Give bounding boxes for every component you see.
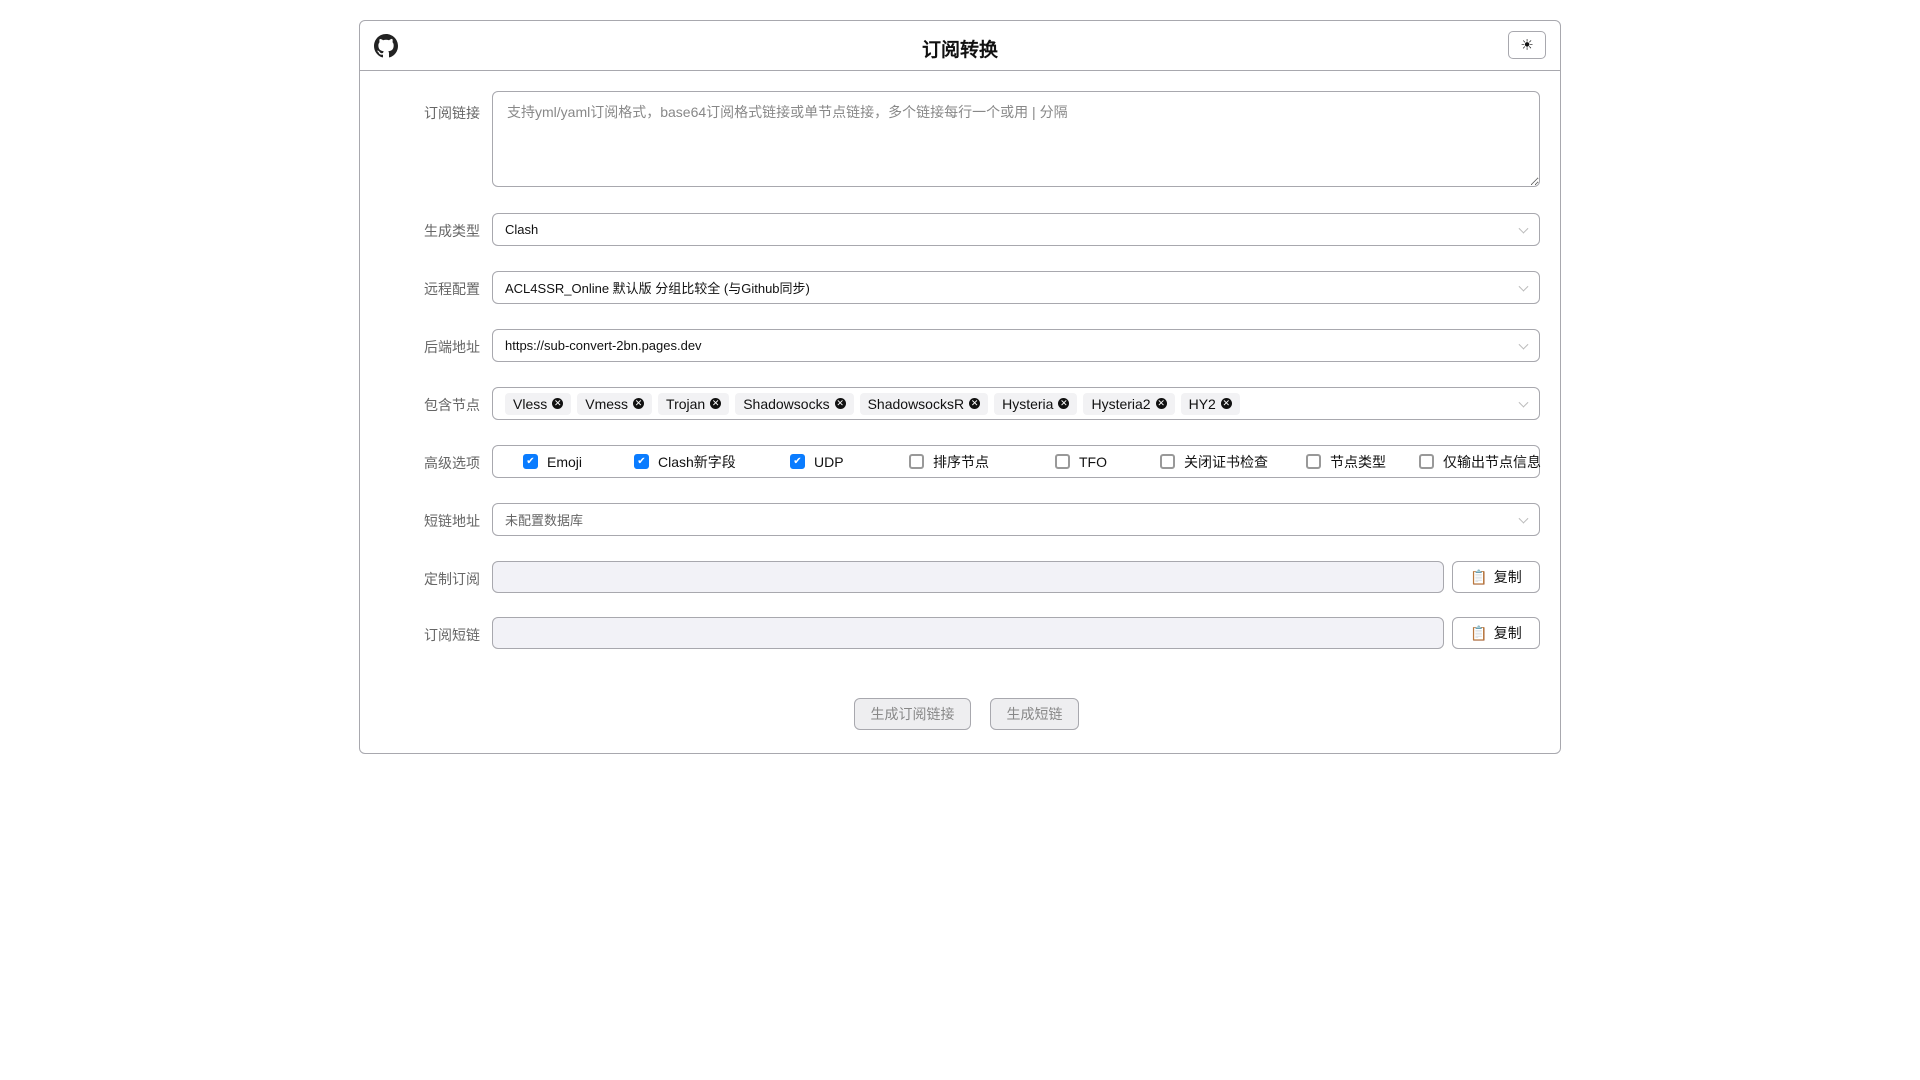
short-url-value: 未配置数据库 bbox=[505, 513, 584, 528]
checkbox-icon bbox=[1419, 454, 1434, 469]
header: 订阅转换 ☀ bbox=[360, 21, 1560, 71]
node-tag: Trojan ✕ bbox=[658, 392, 730, 415]
subscription-label: 订阅链接 bbox=[424, 105, 480, 121]
node-tag: Shadowsocks ✕ bbox=[735, 392, 854, 415]
remote-config-label: 远程配置 bbox=[424, 281, 480, 297]
short-url-select[interactable]: 未配置数据库 bbox=[492, 503, 1540, 536]
tag-label: Vless bbox=[513, 395, 548, 412]
option-label: Emoji bbox=[547, 453, 583, 470]
target-label: 生成类型 bbox=[424, 223, 480, 239]
chevron-down-icon bbox=[1518, 339, 1529, 350]
option-label: TFO bbox=[1079, 453, 1107, 470]
custom-sub-output[interactable] bbox=[492, 561, 1444, 593]
copy-icon: 📋 bbox=[1470, 568, 1488, 585]
checkbox-checked-icon: ✔ bbox=[523, 454, 538, 469]
custom-sub-label: 定制订阅 bbox=[424, 571, 480, 587]
remote-config-select[interactable]: ACL4SSR_Online 默认版 分组比较全 (与Github同步) bbox=[492, 271, 1540, 304]
converter-card: 订阅转换 ☀ 订阅链接 生成类型 Clash 远程配置 ACL4SSR_Onli… bbox=[359, 20, 1561, 754]
option-skip-cert[interactable]: 关闭证书检查 bbox=[1160, 452, 1268, 472]
checkbox-checked-icon: ✔ bbox=[790, 454, 805, 469]
generate-subscription-button[interactable]: 生成订阅链接 bbox=[854, 698, 971, 730]
chevron-down-icon bbox=[1518, 281, 1529, 292]
short-url-label: 短链地址 bbox=[424, 513, 480, 529]
generate-short-link-button[interactable]: 生成短链 bbox=[990, 698, 1079, 730]
checkbox-checked-icon: ✔ bbox=[634, 454, 649, 469]
node-tag: Hysteria ✕ bbox=[994, 392, 1078, 415]
tag-label: Shadowsocks bbox=[743, 395, 830, 412]
chevron-down-icon bbox=[1518, 397, 1529, 408]
remove-icon[interactable]: ✕ bbox=[834, 398, 846, 409]
option-label: UDP bbox=[814, 453, 844, 470]
target-value: Clash bbox=[505, 222, 539, 237]
remove-icon[interactable]: ✕ bbox=[552, 398, 564, 409]
checkbox-icon bbox=[1055, 454, 1070, 469]
nodes-label: 包含节点 bbox=[424, 397, 480, 413]
sun-icon: ☀ bbox=[1520, 37, 1534, 54]
copy-icon: 📋 bbox=[1470, 624, 1488, 641]
backend-select[interactable]: https://sub-convert-2bn.pages.dev bbox=[492, 329, 1540, 362]
short-link-label: 订阅短链 bbox=[424, 627, 480, 643]
checkbox-icon bbox=[909, 454, 924, 469]
backend-value: https://sub-convert-2bn.pages.dev bbox=[505, 338, 702, 353]
node-tag: Vless ✕ bbox=[505, 392, 572, 415]
option-tfo[interactable]: TFO bbox=[1055, 454, 1107, 470]
tag-label: Hysteria bbox=[1002, 395, 1054, 412]
page-title: 订阅转换 bbox=[921, 40, 998, 61]
node-tag: ShadowsocksR ✕ bbox=[859, 392, 989, 415]
copy-short-link-button[interactable]: 📋 复制 bbox=[1452, 617, 1540, 649]
target-select[interactable]: Clash bbox=[492, 213, 1540, 246]
option-udp[interactable]: ✔ UDP bbox=[790, 454, 844, 470]
remove-icon[interactable]: ✕ bbox=[969, 398, 981, 409]
tag-label: Trojan bbox=[666, 395, 706, 412]
remove-icon[interactable]: ✕ bbox=[1155, 398, 1167, 409]
node-tag: Vmess ✕ bbox=[577, 392, 653, 415]
copy-label: 复制 bbox=[1493, 625, 1522, 641]
checkbox-icon bbox=[1306, 454, 1321, 469]
advanced-options: ✔ Emoji ✔ Clash新字段 ✔ UDP 排序节点 TFO 关闭证书检查 节点… bbox=[492, 445, 1541, 478]
option-label: 排序节点 bbox=[933, 453, 989, 470]
short-link-output[interactable] bbox=[492, 617, 1444, 649]
chevron-down-icon bbox=[1518, 513, 1529, 524]
option-label: 仅输出节点信息 bbox=[1443, 453, 1541, 470]
tag-label: HY2 bbox=[1188, 395, 1216, 412]
node-tag: Hysteria2 ✕ bbox=[1083, 392, 1175, 415]
option-label: 关闭证书检查 bbox=[1184, 453, 1268, 470]
nodes-multiselect[interactable]: Vless ✕ Vmess ✕ Trojan ✕ Shadowsocks ✕ Shado… bbox=[492, 387, 1540, 420]
tag-label: ShadowsocksR bbox=[867, 395, 965, 412]
subscription-input[interactable] bbox=[492, 91, 1540, 187]
tag-label: Vmess bbox=[585, 395, 629, 412]
remove-icon[interactable]: ✕ bbox=[633, 398, 645, 409]
option-nodes-only[interactable]: 仅输出节点信息 bbox=[1419, 452, 1541, 472]
remove-icon[interactable]: ✕ bbox=[1058, 398, 1070, 409]
checkbox-icon bbox=[1160, 454, 1175, 469]
tag-label: Hysteria2 bbox=[1091, 395, 1151, 412]
remote-config-value: ACL4SSR_Online 默认版 分组比较全 (与Github同步) bbox=[505, 281, 810, 296]
option-label: 节点类型 bbox=[1330, 453, 1386, 470]
option-clash-new-fields[interactable]: ✔ Clash新字段 bbox=[634, 452, 736, 472]
remove-icon[interactable]: ✕ bbox=[1220, 398, 1232, 409]
backend-label: 后端地址 bbox=[424, 339, 480, 355]
theme-toggle-button[interactable]: ☀ bbox=[1508, 31, 1546, 59]
option-sort-nodes[interactable]: 排序节点 bbox=[909, 452, 989, 472]
advanced-label: 高级选项 bbox=[424, 455, 480, 471]
option-label: Clash新字段 bbox=[658, 453, 736, 470]
option-node-type[interactable]: 节点类型 bbox=[1306, 452, 1386, 472]
copy-label: 复制 bbox=[1493, 569, 1522, 585]
copy-custom-sub-button[interactable]: 📋 复制 bbox=[1452, 561, 1540, 593]
node-tag: HY2 ✕ bbox=[1180, 392, 1240, 415]
remove-icon[interactable]: ✕ bbox=[710, 398, 722, 409]
chevron-down-icon bbox=[1518, 223, 1529, 234]
option-emoji[interactable]: ✔ Emoji bbox=[523, 454, 582, 470]
